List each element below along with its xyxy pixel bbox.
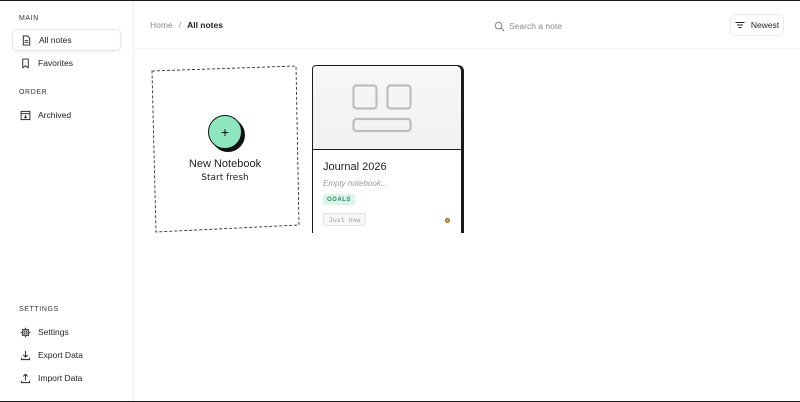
sidebar-item-all-notes[interactable]: All notes	[12, 29, 121, 51]
section-title-settings: SETTINGS	[19, 306, 59, 313]
timestamp-chip: Just now	[323, 213, 367, 226]
breadcrumb-current: All notes	[187, 20, 223, 30]
filter-lines-icon	[735, 22, 745, 28]
tag-badge: GOALS	[323, 194, 355, 205]
notebook-thumbnail	[313, 66, 461, 150]
search-input[interactable]	[509, 21, 609, 31]
breadcrumb: Home / All notes	[150, 20, 223, 30]
gear-icon	[20, 327, 31, 338]
section-title-order: ORDER	[19, 89, 48, 96]
dashed-border	[151, 65, 300, 233]
layout-placeholder-icon	[352, 84, 412, 133]
new-notebook-card[interactable]: + New Notebook Start fresh	[150, 65, 300, 233]
sidebar-item-archived[interactable]: Archived	[12, 104, 121, 126]
sidebar-item-import-data[interactable]: Import Data	[12, 367, 121, 389]
notebook-card[interactable]: Journal 2026 Empty notebook... GOALS Jus…	[312, 65, 462, 233]
sort-button[interactable]: Newest	[730, 14, 784, 36]
top-bar: Home / All notes Newest	[134, 1, 800, 49]
breadcrumb-separator: /	[178, 20, 182, 30]
plus-icon: +	[220, 124, 230, 140]
status-dot	[445, 218, 450, 223]
upload-icon	[20, 373, 31, 384]
sidebar-item-label: Archived	[38, 110, 72, 120]
sidebar-item-favorites[interactable]: Favorites	[12, 52, 121, 74]
document-icon	[21, 34, 32, 46]
download-icon	[20, 350, 31, 361]
bookmark-icon	[20, 58, 31, 69]
sidebar-item-export-data[interactable]: Export Data	[12, 344, 121, 366]
search-icon	[494, 21, 505, 31]
sidebar-item-label: Favorites	[38, 58, 73, 68]
new-notebook-title: New Notebook	[188, 158, 262, 170]
sidebar-item-label: Import Data	[38, 373, 83, 383]
sidebar-item-label: All notes	[39, 35, 72, 45]
app-window: MAIN All notes Favorites ORDER Archived …	[0, 0, 800, 402]
sidebar: MAIN All notes Favorites ORDER Archived …	[0, 1, 134, 401]
section-title-main: MAIN	[19, 15, 39, 22]
sort-button-label: Newest	[750, 20, 780, 30]
notebook-description: Empty notebook...	[323, 179, 388, 188]
add-notebook-button[interactable]: +	[208, 115, 242, 149]
archive-icon	[20, 110, 31, 121]
search-box	[494, 18, 614, 34]
sidebar-item-label: Settings	[38, 327, 69, 337]
sidebar-item-label: Export Data	[38, 350, 83, 360]
new-notebook-subtitle: Start fresh	[201, 173, 249, 183]
breadcrumb-home-link[interactable]: Home	[150, 20, 173, 30]
notebook-title: Journal 2026	[323, 161, 387, 173]
sidebar-item-settings[interactable]: Settings	[12, 321, 121, 343]
